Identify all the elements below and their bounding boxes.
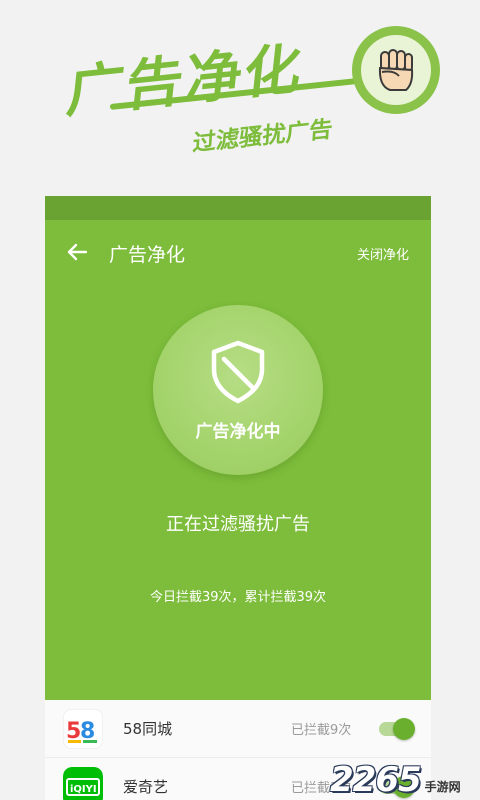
filter-status-text: 正在过滤骚扰广告 [166,514,310,535]
purify-status-circle[interactable]: 广告净化中 [153,305,323,475]
app-row-58[interactable]: 5 8 58同城 已拦截9次 [45,700,431,758]
app-blocked-count: 已拦截9次 [291,723,352,738]
fist-badge [352,26,440,114]
close-purify-button[interactable]: 关闭净化 [357,244,409,263]
watermark-site: 手游网 [424,780,461,794]
fist-icon [361,35,431,105]
iqiyi-icon: iQIYI [63,766,103,800]
circle-status-label: 广告净化中 [195,422,281,442]
watermark-number: 2265 [330,760,422,800]
status-bar [45,196,431,220]
block-stats-text: 今日拦截39次，累计拦截39次 [149,590,327,605]
app-name: 爱奇艺 [123,778,169,796]
promo-title: 广告净化 [63,36,307,126]
app-name: 58同城 [123,720,173,738]
phone-screen: 广告净化 关闭净化 广告净化中 正在过滤骚扰广告 今日拦截39次，累计拦截39次… [45,196,431,800]
toolbar: 广告净化 关闭净化 [45,220,431,284]
app-toggle[interactable] [379,717,415,740]
toggle-knob [393,717,415,740]
back-button[interactable] [63,238,91,266]
arrow-left-icon [67,243,87,261]
svg-text:iQIYI: iQIYI [70,784,97,795]
promo-subtitle: 过滤骚扰广告 [191,116,334,157]
page-title: 广告净化 [109,244,186,266]
shield-block-icon [211,340,265,404]
58-tongcheng-icon: 5 8 [63,708,103,749]
site-watermark: 2265 手游网 [330,760,461,800]
